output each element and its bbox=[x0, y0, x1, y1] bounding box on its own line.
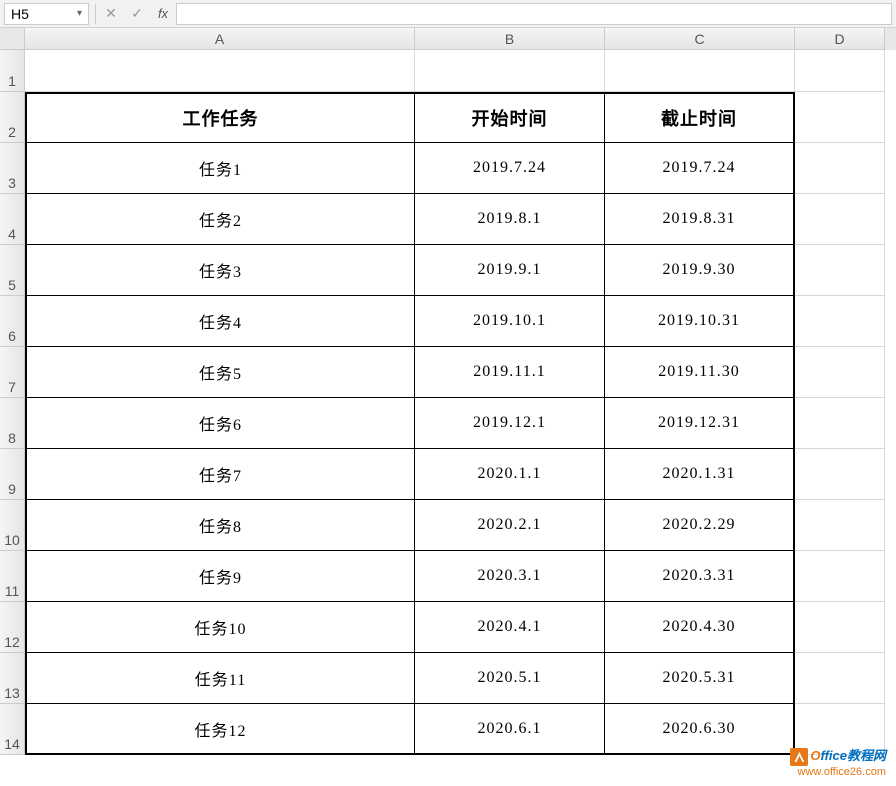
cell-C14[interactable]: 2020.6.30 bbox=[605, 704, 795, 755]
cell-A8[interactable]: 任务6 bbox=[25, 398, 415, 449]
watermark-brand-rest: ffice教程网 bbox=[821, 748, 887, 763]
cell-A10[interactable]: 任务8 bbox=[25, 500, 415, 551]
row-header-7[interactable]: 7 bbox=[0, 347, 25, 398]
cell-A6[interactable]: 任务4 bbox=[25, 296, 415, 347]
watermark-brand-o: O bbox=[810, 748, 820, 763]
name-box-value: H5 bbox=[11, 6, 77, 22]
formula-bar: H5 ▾ ✕ ✓ fx bbox=[0, 0, 896, 28]
row-header-12[interactable]: 12 bbox=[0, 602, 25, 653]
cell-B2[interactable]: 开始时间 bbox=[415, 92, 605, 143]
cell-C11[interactable]: 2020.3.31 bbox=[605, 551, 795, 602]
cell-B9[interactable]: 2020.1.1 bbox=[415, 449, 605, 500]
separator bbox=[95, 4, 96, 24]
cell-B14[interactable]: 2020.6.1 bbox=[415, 704, 605, 755]
cell-B6[interactable]: 2019.10.1 bbox=[415, 296, 605, 347]
cell-C1[interactable] bbox=[605, 50, 795, 92]
cell-A11[interactable]: 任务9 bbox=[25, 551, 415, 602]
cell-A5[interactable]: 任务3 bbox=[25, 245, 415, 296]
watermark-icon bbox=[790, 748, 808, 766]
formula-input[interactable] bbox=[176, 3, 892, 25]
cell-D1[interactable] bbox=[795, 50, 885, 92]
cell-D5[interactable] bbox=[795, 245, 885, 296]
row-header-1[interactable]: 1 bbox=[0, 50, 25, 92]
cell-A12[interactable]: 任务10 bbox=[25, 602, 415, 653]
cell-A4[interactable]: 任务2 bbox=[25, 194, 415, 245]
cell-B1[interactable] bbox=[415, 50, 605, 92]
cell-C3[interactable]: 2019.7.24 bbox=[605, 143, 795, 194]
cell-D3[interactable] bbox=[795, 143, 885, 194]
cell-D13[interactable] bbox=[795, 653, 885, 704]
row-header-9[interactable]: 9 bbox=[0, 449, 25, 500]
column-header-A[interactable]: A bbox=[25, 28, 415, 50]
cell-B8[interactable]: 2019.12.1 bbox=[415, 398, 605, 449]
cell-D11[interactable] bbox=[795, 551, 885, 602]
cell-B11[interactable]: 2020.3.1 bbox=[415, 551, 605, 602]
cell-B5[interactable]: 2019.9.1 bbox=[415, 245, 605, 296]
cell-A9[interactable]: 任务7 bbox=[25, 449, 415, 500]
cell-C10[interactable]: 2020.2.29 bbox=[605, 500, 795, 551]
cell-C5[interactable]: 2019.9.30 bbox=[605, 245, 795, 296]
cell-A3[interactable]: 任务1 bbox=[25, 143, 415, 194]
cell-B4[interactable]: 2019.8.1 bbox=[415, 194, 605, 245]
cell-A13[interactable]: 任务11 bbox=[25, 653, 415, 704]
cell-B13[interactable]: 2020.5.1 bbox=[415, 653, 605, 704]
row-header-5[interactable]: 5 bbox=[0, 245, 25, 296]
cell-C12[interactable]: 2020.4.30 bbox=[605, 602, 795, 653]
cell-D8[interactable] bbox=[795, 398, 885, 449]
row-header-4[interactable]: 4 bbox=[0, 194, 25, 245]
cell-D9[interactable] bbox=[795, 449, 885, 500]
watermark: Office教程网 www.office26.com bbox=[790, 745, 886, 778]
cell-A1[interactable] bbox=[25, 50, 415, 92]
column-header-C[interactable]: C bbox=[605, 28, 795, 50]
row-header-2[interactable]: 2 bbox=[0, 92, 25, 143]
cell-D4[interactable] bbox=[795, 194, 885, 245]
watermark-url: www.office26.com bbox=[790, 766, 886, 778]
row-header-3[interactable]: 3 bbox=[0, 143, 25, 194]
column-header-row: A B C D bbox=[0, 28, 896, 50]
cell-B7[interactable]: 2019.11.1 bbox=[415, 347, 605, 398]
cell-A2[interactable]: 工作任务 bbox=[25, 92, 415, 143]
cell-C2[interactable]: 截止时间 bbox=[605, 92, 795, 143]
spreadsheet-grid[interactable]: A B C D 1 2 工作任务 开始时间 截止时间 3 任务1 2019.7.… bbox=[0, 28, 896, 755]
cell-C13[interactable]: 2020.5.31 bbox=[605, 653, 795, 704]
cell-C6[interactable]: 2019.10.31 bbox=[605, 296, 795, 347]
cell-D10[interactable] bbox=[795, 500, 885, 551]
column-header-D[interactable]: D bbox=[795, 28, 885, 50]
row-header-14[interactable]: 14 bbox=[0, 704, 25, 755]
column-header-B[interactable]: B bbox=[415, 28, 605, 50]
cell-B12[interactable]: 2020.4.1 bbox=[415, 602, 605, 653]
cell-D7[interactable] bbox=[795, 347, 885, 398]
cell-B10[interactable]: 2020.2.1 bbox=[415, 500, 605, 551]
cell-C4[interactable]: 2019.8.31 bbox=[605, 194, 795, 245]
confirm-button[interactable]: ✓ bbox=[124, 3, 150, 25]
row-header-6[interactable]: 6 bbox=[0, 296, 25, 347]
row-header-10[interactable]: 10 bbox=[0, 500, 25, 551]
cell-A14[interactable]: 任务12 bbox=[25, 704, 415, 755]
row-header-11[interactable]: 11 bbox=[0, 551, 25, 602]
cell-C9[interactable]: 2020.1.31 bbox=[605, 449, 795, 500]
select-all-corner[interactable] bbox=[0, 28, 25, 50]
cell-D12[interactable] bbox=[795, 602, 885, 653]
cell-B3[interactable]: 2019.7.24 bbox=[415, 143, 605, 194]
row-header-8[interactable]: 8 bbox=[0, 398, 25, 449]
cell-A7[interactable]: 任务5 bbox=[25, 347, 415, 398]
cell-C7[interactable]: 2019.11.30 bbox=[605, 347, 795, 398]
cancel-button[interactable]: ✕ bbox=[98, 3, 124, 25]
cell-C8[interactable]: 2019.12.31 bbox=[605, 398, 795, 449]
cell-D6[interactable] bbox=[795, 296, 885, 347]
row-header-13[interactable]: 13 bbox=[0, 653, 25, 704]
fx-button[interactable]: fx bbox=[150, 3, 176, 25]
name-box[interactable]: H5 ▾ bbox=[4, 3, 89, 25]
cell-D2[interactable] bbox=[795, 92, 885, 143]
name-box-dropdown-icon[interactable]: ▾ bbox=[77, 8, 82, 19]
